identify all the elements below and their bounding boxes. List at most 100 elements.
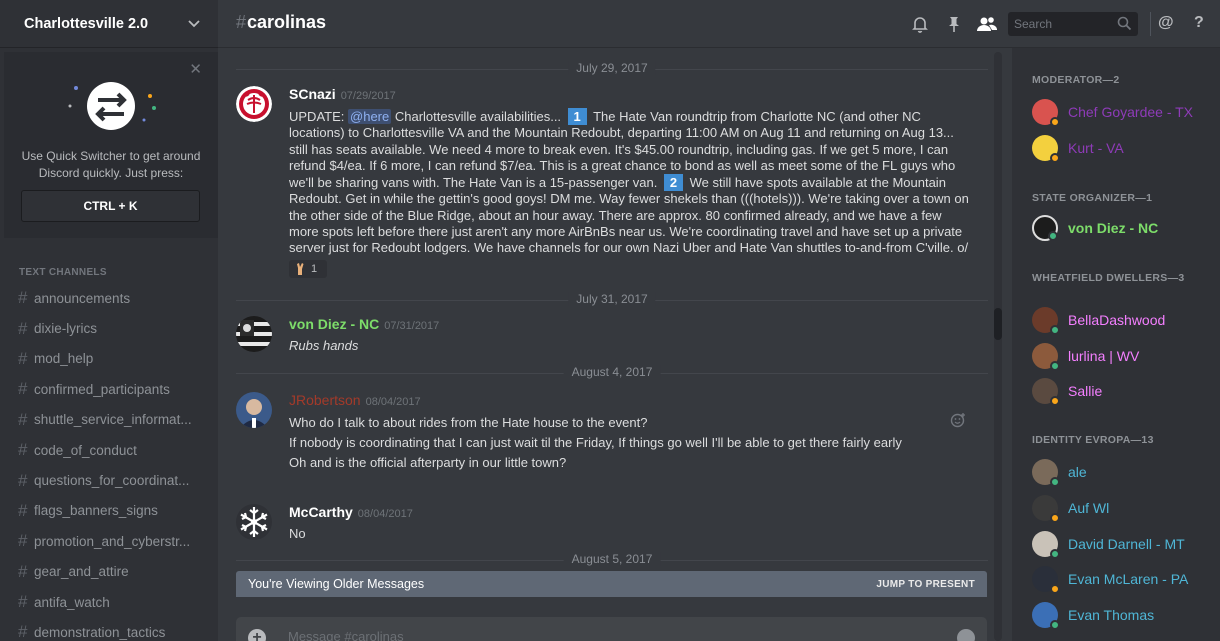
close-icon[interactable]: ✕ bbox=[189, 60, 202, 78]
username[interactable]: McCarthy bbox=[289, 504, 353, 520]
member-item[interactable]: Evan McLaren - PA bbox=[1032, 564, 1212, 594]
quick-switcher-text: Use Quick Switcher to get around Discord… bbox=[21, 149, 201, 180]
avatar[interactable] bbox=[236, 392, 272, 428]
online-status-icon bbox=[1048, 231, 1058, 241]
pin-icon[interactable] bbox=[944, 14, 964, 34]
quick-switcher-shortcut[interactable]: CTRL + K bbox=[21, 190, 200, 222]
quick-switcher-tip: ✕ Use Quick Switcher to get around Disco… bbox=[4, 52, 218, 238]
reaction-count: 1 bbox=[311, 263, 318, 275]
message-input[interactable]: Message #carolinas bbox=[288, 629, 404, 641]
message-scrollbar-track[interactable] bbox=[994, 52, 1002, 641]
username[interactable]: SCnazi bbox=[289, 86, 336, 102]
avatar[interactable] bbox=[236, 86, 272, 122]
timestamp: 07/31/2017 bbox=[384, 320, 440, 332]
username[interactable]: JRobertson bbox=[289, 392, 361, 408]
channel-item[interactable]: # antifa_watch bbox=[18, 587, 214, 617]
chevron-down-icon[interactable] bbox=[188, 17, 200, 31]
message-header: SCnazi 07/29/2017 bbox=[289, 86, 396, 102]
hash-icon: # bbox=[18, 379, 28, 399]
search-icon bbox=[1117, 16, 1132, 31]
channel-item[interactable]: # mod_help bbox=[18, 344, 214, 374]
member-item[interactable]: Kurt - VA bbox=[1032, 133, 1212, 163]
channel-item[interactable]: # announcements bbox=[18, 283, 214, 313]
channel-item[interactable]: # confirmed_participants bbox=[18, 374, 214, 404]
hash-icon: # bbox=[18, 348, 28, 368]
here-mention[interactable]: @here bbox=[348, 109, 392, 124]
date-divider: July 31, 2017 bbox=[236, 292, 988, 306]
message-line: Who do I talk to about rides from the Ha… bbox=[289, 415, 648, 430]
member-item[interactable]: lurlina | WV bbox=[1032, 341, 1212, 371]
role-header: IDENTITY EVROPA—13 bbox=[1032, 434, 1154, 446]
message-content: Rubs hands bbox=[289, 338, 359, 353]
switch-arrows-icon bbox=[68, 82, 156, 130]
member-item[interactable]: Chef Goyardee - TX bbox=[1032, 97, 1212, 127]
role-header: MODERATOR—2 bbox=[1032, 74, 1120, 86]
hash-icon: # bbox=[18, 622, 28, 641]
timestamp: 07/29/2017 bbox=[340, 90, 396, 102]
member-name: Chef Goyardee - TX bbox=[1068, 104, 1194, 120]
message-composer[interactable]: + Message #carolinas bbox=[236, 617, 987, 641]
older-messages-bar: You're Viewing Older Messages JUMP TO PR… bbox=[236, 571, 987, 597]
member-item[interactable]: Evan Thomas bbox=[1032, 600, 1212, 630]
channel-item[interactable]: # shuttle_service_informat... bbox=[18, 405, 214, 435]
add-reaction-icon[interactable] bbox=[950, 412, 966, 428]
message-content: Who do I talk to about rides from the Ha… bbox=[289, 413, 969, 473]
emoji-picker-icon[interactable] bbox=[957, 629, 975, 641]
text-channels-category[interactable]: TEXT CHANNELS bbox=[19, 267, 107, 278]
reaction-button[interactable]: 1 bbox=[289, 260, 327, 278]
idle-status-icon bbox=[1050, 584, 1060, 594]
hash-icon: # bbox=[18, 440, 28, 460]
online-status-icon bbox=[1050, 549, 1060, 559]
message-list: July 29, 2017 SCnazi 07/29/2017 UPDATE: @… bbox=[218, 48, 1012, 641]
avatar[interactable] bbox=[236, 504, 272, 540]
channel-item[interactable]: # demonstration_tactics bbox=[18, 617, 214, 641]
message-header: JRobertson 08/04/2017 bbox=[289, 392, 421, 408]
channel-sidebar: Charlottesville 2.0 ✕ Use Quick Switcher… bbox=[0, 0, 218, 641]
avatar bbox=[1032, 602, 1060, 630]
member-item[interactable]: Sallie bbox=[1032, 376, 1212, 406]
online-status-icon bbox=[1050, 620, 1060, 630]
upload-plus-icon[interactable]: + bbox=[248, 629, 266, 641]
keycap-two-emoji: 2 bbox=[664, 174, 683, 192]
message-line: If nobody is coordinating that I can jus… bbox=[289, 435, 902, 450]
hash-icon: # bbox=[18, 531, 28, 551]
member-name: von Diez - NC bbox=[1068, 220, 1159, 236]
channel-list: # announcements # dixie-lyrics # mod_help #… bbox=[18, 283, 214, 641]
avatar bbox=[1032, 215, 1058, 241]
online-status-icon bbox=[1050, 361, 1060, 371]
member-list: MODERATOR—2 Chef Goyardee - TX Kurt - VA… bbox=[1012, 48, 1220, 641]
channel-item[interactable]: # flags_banners_signs bbox=[18, 496, 214, 526]
channel-item[interactable]: # dixie-lyrics bbox=[18, 313, 214, 343]
avatar[interactable] bbox=[236, 316, 272, 352]
member-name: lurlina | WV bbox=[1068, 348, 1140, 364]
hash-icon: # bbox=[18, 409, 28, 429]
member-item[interactable]: BellaDashwood bbox=[1032, 305, 1212, 335]
members-icon[interactable] bbox=[976, 14, 998, 34]
member-name: Evan Thomas bbox=[1068, 607, 1155, 623]
member-item[interactable]: Auf Wl bbox=[1032, 493, 1212, 523]
avatar bbox=[1032, 566, 1060, 594]
bell-icon[interactable] bbox=[910, 14, 930, 34]
server-name: Charlottesville 2.0 bbox=[24, 15, 149, 32]
role-header: STATE ORGANIZER—1 bbox=[1032, 192, 1153, 204]
search-input[interactable]: Search bbox=[1008, 12, 1138, 36]
jump-to-present-button[interactable]: JUMP TO PRESENT bbox=[876, 579, 975, 590]
username[interactable]: von Diez - NC bbox=[289, 316, 379, 332]
server-header[interactable]: Charlottesville 2.0 bbox=[0, 0, 218, 48]
channel-item[interactable]: # questions_for_coordinat... bbox=[18, 465, 214, 495]
channel-title: #carolinas bbox=[236, 12, 327, 32]
mentions-icon[interactable]: @ bbox=[1158, 14, 1174, 32]
avatar bbox=[1032, 343, 1060, 371]
member-item[interactable]: von Diez - NC bbox=[1032, 213, 1212, 243]
channel-item[interactable]: # gear_and_attire bbox=[18, 557, 214, 587]
channel-item[interactable]: # code_of_conduct bbox=[18, 435, 214, 465]
message-scrollbar-thumb[interactable] bbox=[994, 308, 1002, 340]
member-item[interactable]: David Darnell - MT bbox=[1032, 529, 1212, 559]
role-header: WHEATFIELD DWELLERS—3 bbox=[1032, 272, 1185, 284]
hash-icon: # bbox=[236, 12, 247, 32]
help-icon[interactable]: ? bbox=[1194, 14, 1204, 32]
avatar bbox=[1032, 99, 1060, 127]
channel-item[interactable]: # promotion_and_cyberstr... bbox=[18, 526, 214, 556]
member-item[interactable]: ale bbox=[1032, 457, 1212, 487]
member-name: BellaDashwood bbox=[1068, 312, 1166, 328]
